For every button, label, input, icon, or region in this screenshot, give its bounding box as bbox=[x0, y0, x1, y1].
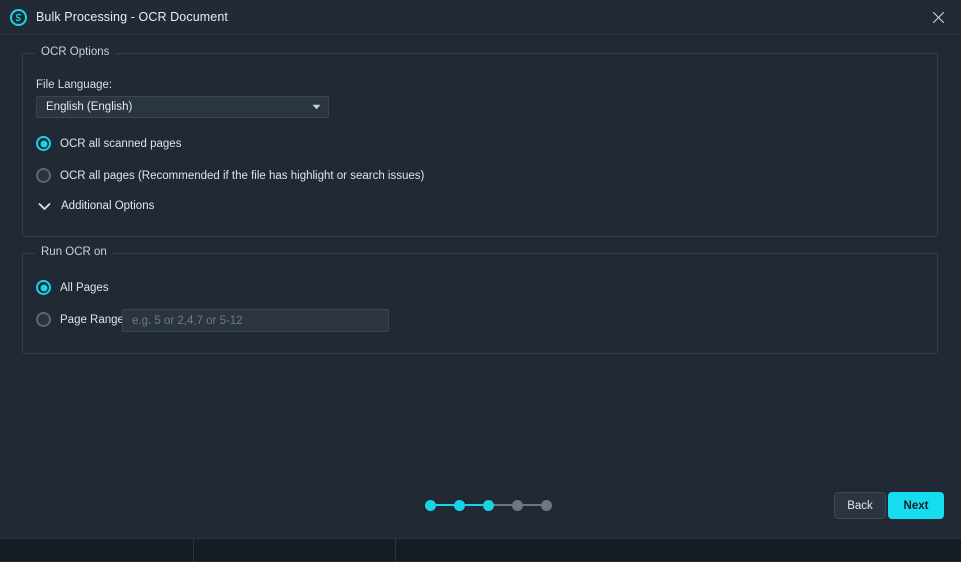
run-ocr-on-legend: Run OCR on bbox=[35, 246, 113, 258]
radio-label: OCR all scanned pages bbox=[60, 137, 182, 150]
chevron-down-icon bbox=[304, 104, 328, 110]
status-cell-left bbox=[0, 539, 194, 562]
title-bar: Bulk Processing - OCR Document bbox=[0, 0, 961, 35]
radio-label: All Pages bbox=[60, 281, 109, 294]
radio-indicator bbox=[36, 168, 51, 183]
app-logo-icon bbox=[10, 8, 27, 26]
step-dot-1[interactable] bbox=[425, 499, 436, 511]
radio-label: OCR all pages (Recommended if the file h… bbox=[60, 169, 425, 182]
step-dot-2[interactable] bbox=[454, 499, 465, 511]
status-cell-right bbox=[396, 539, 961, 562]
step-line-4 bbox=[523, 504, 541, 506]
step-dot-4[interactable] bbox=[512, 499, 523, 511]
radio-indicator bbox=[36, 312, 51, 327]
status-cell-middle bbox=[194, 539, 396, 562]
close-icon[interactable] bbox=[915, 0, 961, 34]
wizard-stepper bbox=[425, 497, 552, 513]
ocr-options-legend: OCR Options bbox=[35, 46, 116, 58]
chevron-down-icon bbox=[36, 198, 52, 214]
step-dot-3[interactable] bbox=[483, 499, 494, 511]
radio-ocr-all-scanned-pages[interactable]: OCR all scanned pages bbox=[36, 136, 181, 151]
bottom-status-strip bbox=[0, 538, 961, 562]
file-language-value: English (English) bbox=[46, 101, 133, 113]
next-button[interactable]: Next bbox=[888, 492, 944, 519]
window-title: Bulk Processing - OCR Document bbox=[36, 10, 228, 24]
step-dot-5[interactable] bbox=[541, 499, 552, 511]
step-line-1 bbox=[436, 504, 454, 506]
step-line-3 bbox=[494, 504, 512, 506]
file-language-label: File Language: bbox=[36, 79, 113, 91]
radio-indicator bbox=[36, 280, 51, 295]
page-range-input[interactable] bbox=[122, 309, 389, 332]
file-language-select[interactable]: English (English) bbox=[36, 96, 329, 118]
radio-label: Page Range bbox=[60, 313, 124, 326]
radio-ocr-all-pages[interactable]: OCR all pages (Recommended if the file h… bbox=[36, 168, 424, 183]
radio-indicator bbox=[36, 136, 51, 151]
back-button[interactable]: Back bbox=[834, 492, 886, 519]
run-ocr-on-group: Run OCR on bbox=[22, 246, 938, 354]
additional-options-expander[interactable]: Additional Options bbox=[36, 198, 154, 214]
step-line-2 bbox=[465, 504, 483, 506]
additional-options-label: Additional Options bbox=[61, 200, 155, 212]
radio-page-range[interactable]: Page Range bbox=[36, 312, 124, 327]
radio-all-pages[interactable]: All Pages bbox=[36, 280, 109, 295]
